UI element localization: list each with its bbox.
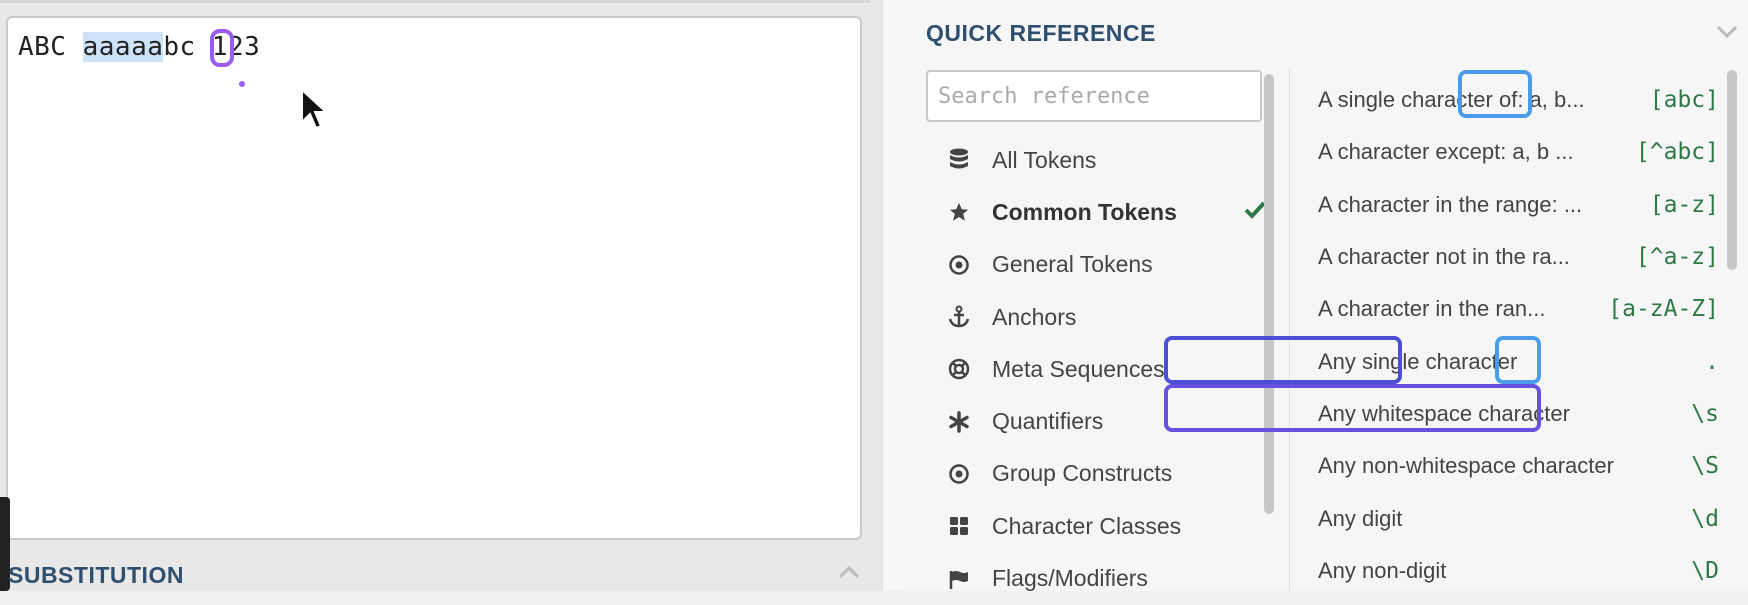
quick-reference-panel: QUICK REFERENCE All Tokens Common Tokens… bbox=[906, 0, 1748, 591]
asterisk-icon bbox=[946, 409, 972, 435]
target-icon bbox=[946, 252, 972, 278]
anchor-icon bbox=[946, 304, 972, 330]
token-row[interactable]: A character except: a, b ... [^abc] bbox=[1301, 126, 1731, 178]
category-label: Character Classes bbox=[992, 512, 1182, 539]
token-code: \S bbox=[1691, 453, 1719, 480]
category-flags-modifiers[interactable]: Flags/Modifiers bbox=[946, 552, 1246, 604]
chevron-down-icon[interactable] bbox=[1716, 25, 1738, 39]
token-code: [^abc] bbox=[1635, 139, 1719, 166]
token-row[interactable]: A character not in the ra... [^a-z] bbox=[1301, 231, 1731, 283]
category-scrollbar[interactable] bbox=[1264, 70, 1276, 591]
checkmark-icon bbox=[1244, 201, 1266, 220]
expression-panel: ABC aaaaabc 123 SUBSTITUTION bbox=[0, 0, 882, 591]
token-code: [abc] bbox=[1649, 87, 1719, 114]
token-code: [^a-z] bbox=[1635, 244, 1719, 271]
token-code: [a-z] bbox=[1649, 191, 1719, 218]
category-label: Common Tokens bbox=[992, 198, 1177, 225]
panel-divider bbox=[0, 0, 870, 3]
substitution-heading[interactable]: SUBSTITUTION bbox=[8, 562, 184, 589]
quick-reference-heading[interactable]: QUICK REFERENCE bbox=[926, 20, 1156, 47]
token-scrollbar[interactable] bbox=[1727, 70, 1739, 591]
category-common-tokens[interactable]: Common Tokens bbox=[946, 186, 1266, 238]
search-reference-input[interactable] bbox=[926, 70, 1262, 122]
panel-gutter bbox=[882, 0, 907, 591]
scrollbar-thumb[interactable] bbox=[1264, 74, 1274, 514]
category-label: Group Constructs bbox=[992, 460, 1173, 487]
token-description: A character not in the ra... bbox=[1318, 244, 1570, 270]
token-row[interactable]: Any non-digit \D bbox=[1301, 545, 1731, 597]
match-highlight: aaaaa bbox=[82, 32, 164, 62]
token-description: A single character of: a, b... bbox=[1318, 87, 1585, 113]
category-label: Flags/Modifiers bbox=[992, 565, 1148, 592]
column-divider bbox=[1289, 70, 1290, 591]
token-description: A character in the range: ... bbox=[1318, 191, 1583, 217]
token-description: Any digit bbox=[1318, 505, 1403, 531]
target-icon bbox=[946, 461, 972, 487]
category-label: Anchors bbox=[992, 303, 1077, 330]
category-group-constructs[interactable]: Group Constructs bbox=[946, 448, 1246, 500]
star-icon bbox=[946, 199, 972, 225]
flag-icon bbox=[946, 566, 972, 592]
token-row[interactable]: Any non-whitespace character \S bbox=[1301, 440, 1731, 492]
whitespace-row-highlight bbox=[1164, 384, 1541, 432]
token-row[interactable]: A character in the range: ... [a-z] bbox=[1301, 179, 1731, 231]
mouse-cursor-icon bbox=[301, 88, 329, 130]
token-row[interactable]: Any digit \d bbox=[1301, 492, 1731, 544]
token-description: A character in the ran... bbox=[1318, 296, 1546, 322]
category-label: All Tokens bbox=[992, 146, 1097, 173]
scrollbar-thumb[interactable] bbox=[1727, 70, 1737, 270]
database-icon bbox=[946, 147, 972, 173]
test-string-editor[interactable]: ABC aaaaabc 123 bbox=[6, 16, 862, 540]
lifebuoy-icon bbox=[946, 356, 972, 382]
marker-dot bbox=[239, 81, 245, 87]
category-label: Meta Sequences bbox=[992, 355, 1165, 382]
single-char-desc-highlight bbox=[1164, 336, 1402, 384]
token-code: . bbox=[1705, 348, 1719, 375]
text-before: ABC bbox=[18, 32, 83, 62]
chevron-up-icon[interactable] bbox=[838, 565, 860, 579]
dot-code-highlight bbox=[1495, 336, 1541, 384]
category-character-classes[interactable]: Character Classes bbox=[946, 500, 1246, 552]
whitespace-match-marker bbox=[210, 29, 234, 67]
token-description: Any non-whitespace character bbox=[1318, 453, 1614, 479]
category-label: Quantifiers bbox=[992, 408, 1104, 435]
grid-icon bbox=[946, 513, 972, 539]
token-row[interactable]: A character in the ran... [a-zA-Z] bbox=[1301, 283, 1731, 335]
token-description: Any non-digit bbox=[1318, 557, 1447, 583]
token-code: [a-zA-Z] bbox=[1608, 296, 1719, 323]
category-all-tokens[interactable]: All Tokens bbox=[946, 134, 1246, 186]
token-code: \d bbox=[1691, 505, 1719, 532]
token-code: \D bbox=[1691, 557, 1719, 584]
category-general-tokens[interactable]: General Tokens bbox=[946, 239, 1246, 291]
category-label: General Tokens bbox=[992, 251, 1153, 278]
token-description: A character except: a, b ... bbox=[1318, 139, 1574, 165]
token-code: \s bbox=[1691, 400, 1719, 427]
abc-code-highlight bbox=[1458, 70, 1532, 118]
